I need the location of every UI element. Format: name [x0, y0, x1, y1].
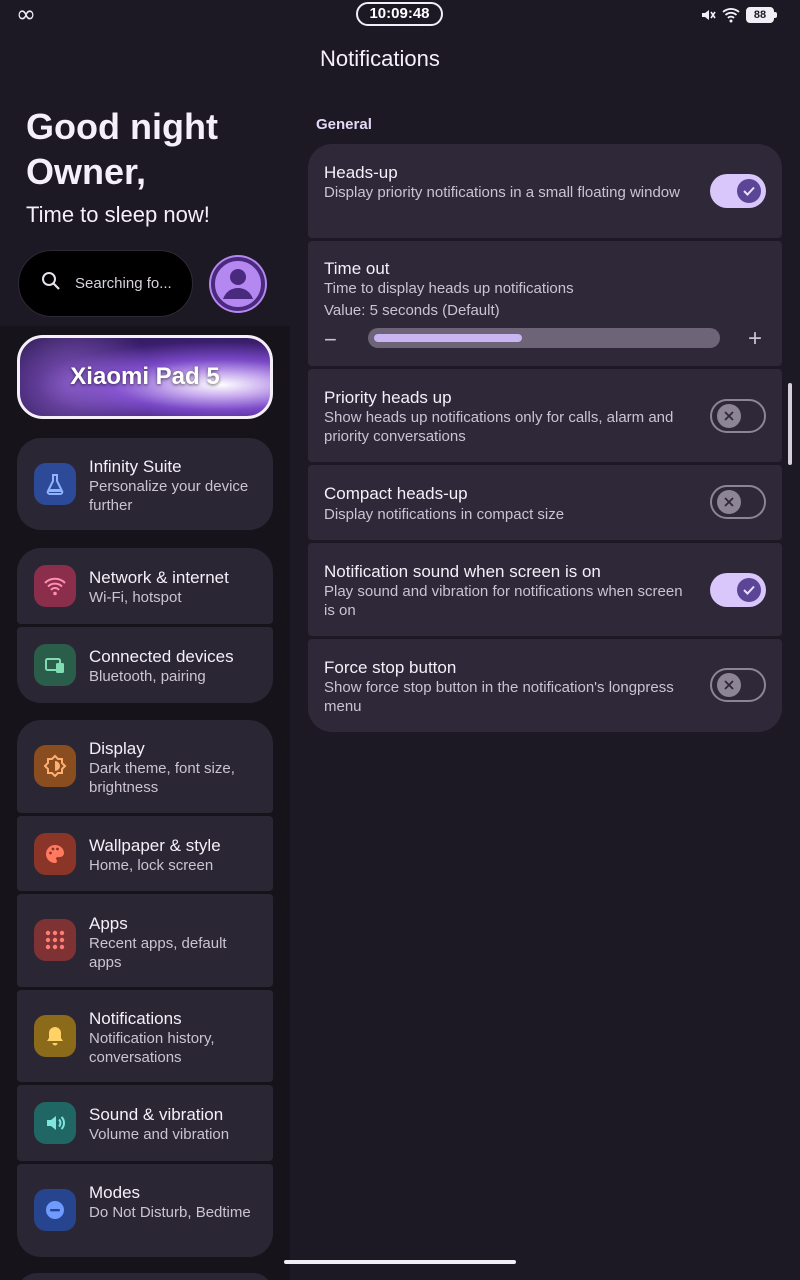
sidebar-item-subtitle: Do Not Disturb, Bedtime [89, 1204, 251, 1221]
sidebar-item-subtitle: Notification history, conversations [89, 1030, 215, 1066]
greeting: Good night Owner, [26, 104, 218, 194]
status-clock: 10:09:48 [356, 2, 443, 26]
sidebar-item-subtitle: Recent apps, default apps [89, 935, 227, 971]
heads-up-toggle[interactable] [710, 174, 766, 208]
apps-grid-icon [34, 919, 76, 961]
setting-subtitle: Display notifications in compact size [324, 506, 565, 523]
wifi-icon [722, 7, 740, 23]
palette-icon [34, 833, 76, 875]
check-icon [737, 179, 761, 203]
close-icon [717, 404, 741, 428]
greeting-line-2: Owner, [26, 151, 147, 192]
setting-title: Priority heads up [324, 388, 452, 407]
avatar[interactable] [209, 255, 267, 313]
setting-subtitle: Play sound and vibration for notificatio… [324, 583, 683, 619]
sidebar-item-title: Display [89, 739, 145, 758]
sidebar-item-display[interactable]: Display Dark theme, font size, brightnes… [17, 720, 273, 813]
slider-fill [374, 334, 522, 342]
sidebar-item-sound[interactable]: Sound & vibration Volume and vibration [17, 1085, 273, 1161]
compact-heads-up-toggle[interactable] [710, 485, 766, 519]
sidebar-item-wallpaper[interactable]: Wallpaper & style Home, lock screen [17, 816, 273, 891]
sidebar-item-subtitle: Bluetooth, pairing [89, 668, 206, 685]
devices-icon [34, 644, 76, 686]
increase-button[interactable]: + [748, 325, 762, 353]
sidebar-item-title: Apps [89, 914, 128, 933]
section-label: General [316, 116, 372, 133]
brightness-icon [34, 745, 76, 787]
setting-priority-heads-up[interactable]: Priority heads up Show heads up notifica… [308, 369, 782, 462]
sidebar-item-apps[interactable]: Apps Recent apps, default apps [17, 894, 273, 987]
setting-time-out[interactable]: Time out Time to display heads up notifi… [308, 241, 782, 366]
navigation-handle[interactable] [284, 1260, 516, 1264]
device-card[interactable]: Xiaomi Pad 5 [17, 335, 273, 419]
sidebar-item-subtitle: Volume and vibration [89, 1126, 230, 1143]
account-icon [211, 257, 265, 311]
sidebar-item-connected-devices[interactable]: Connected devices Bluetooth, pairing [17, 627, 273, 703]
decrease-button[interactable]: − [324, 327, 337, 353]
close-icon [717, 673, 741, 697]
sidebar-item-title: Sound & vibration [89, 1105, 224, 1124]
bell-icon [34, 1015, 76, 1057]
setting-subtitle: Display priority notifications in a smal… [324, 184, 680, 201]
page-title: Notifications [320, 46, 440, 71]
dnd-icon [34, 1189, 76, 1231]
wifi-icon [34, 565, 76, 607]
setting-notification-sound[interactable]: Notification sound when screen is on Pla… [308, 543, 782, 636]
check-icon [737, 578, 761, 602]
setting-value: Value: 5 seconds (Default) [324, 302, 500, 319]
setting-title: Time out [324, 259, 390, 278]
status-bar: ∞ 10:09:48 88 [0, 0, 800, 30]
setting-subtitle: Time to display heads up notifications [324, 280, 574, 297]
sidebar-item-subtitle: Wi-Fi, hotspot [89, 589, 182, 606]
volume-icon [34, 1102, 76, 1144]
sidebar-item-modes[interactable]: Modes Do Not Disturb, Bedtime [17, 1164, 273, 1257]
scrollbar[interactable] [788, 383, 792, 465]
sidebar-item-subtitle: Personalize your device further [89, 478, 249, 514]
sidebar-item-subtitle: Home, lock screen [89, 857, 214, 874]
sidebar-item-network[interactable]: Network & internet Wi-Fi, hotspot [17, 548, 273, 624]
sidebar-item-title: Modes [89, 1183, 141, 1202]
setting-subtitle: Show force stop button in the notificati… [324, 679, 674, 715]
mute-icon [700, 7, 716, 23]
sidebar-item-partial [17, 1273, 273, 1280]
sidebar-item-title: Infinity Suite [89, 457, 182, 476]
setting-compact-heads-up[interactable]: Compact heads-up Display notifications i… [308, 465, 782, 540]
sidebar-item-title: Wallpaper & style [89, 836, 221, 855]
setting-title: Force stop button [324, 658, 457, 677]
device-name: Xiaomi Pad 5 [70, 363, 220, 390]
priority-heads-up-toggle[interactable] [710, 399, 766, 433]
search-placeholder: Searching fo... [75, 275, 172, 292]
greeting-line-1: Good night [26, 106, 218, 147]
settings-screen: ∞ 10:09:48 88 Good night Owner, Time to … [0, 0, 800, 1280]
infinity-icon: ∞ [16, 0, 36, 28]
status-icons: 88 [700, 5, 777, 25]
timeout-slider[interactable] [368, 328, 720, 348]
sidebar-item-notifications[interactable]: Notifications Notification history, conv… [17, 990, 273, 1082]
flask-icon [34, 463, 76, 505]
sidebar-item-title: Connected devices [89, 647, 234, 666]
setting-subtitle: Show heads up notifications only for cal… [324, 409, 674, 445]
sidebar-item-title: Network & internet [89, 568, 229, 587]
close-icon [717, 490, 741, 514]
force-stop-toggle[interactable] [710, 668, 766, 702]
setting-title: Notification sound when screen is on [324, 562, 601, 581]
sidebar-item-infinity-suite[interactable]: Infinity Suite Personalize your device f… [17, 438, 273, 530]
setting-title: Compact heads-up [324, 484, 468, 503]
search-bar[interactable]: Searching fo... [18, 250, 193, 317]
setting-title: Heads-up [324, 163, 398, 182]
sidebar-item-subtitle: Dark theme, font size, brightness [89, 760, 235, 796]
setting-heads-up[interactable]: Heads-up Display priority notifications … [308, 144, 782, 238]
notification-sound-toggle[interactable] [710, 573, 766, 607]
sidebar-item-title: Notifications [89, 1009, 182, 1028]
setting-force-stop-button[interactable]: Force stop button Show force stop button… [308, 639, 782, 732]
search-icon [41, 271, 61, 296]
battery-icon: 88 [746, 7, 777, 23]
sleep-message: Time to sleep now! [26, 202, 210, 227]
